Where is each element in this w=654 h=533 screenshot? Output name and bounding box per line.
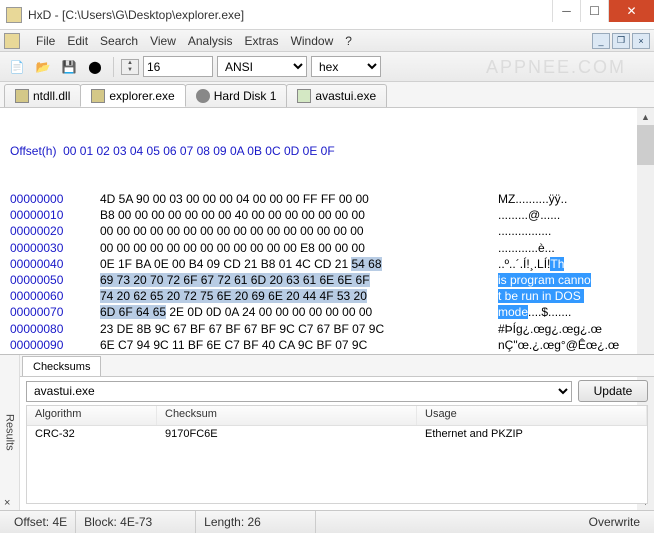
hex-header: Offset(h) 00 01 02 03 04 05 06 07 08 09 …: [10, 144, 644, 158]
menu-extras[interactable]: Extras: [239, 34, 285, 48]
tab-explorer[interactable]: explorer.exe: [80, 84, 185, 107]
titlebar: HxD - [C:\Users\G\Desktop\explorer.exe] …: [0, 0, 654, 30]
toolbar: 📄 📂 💾 ⬤ ▲▼ ANSI hex: [0, 52, 654, 82]
tab-avastui[interactable]: avastui.exe: [286, 84, 387, 107]
mdi-close-button[interactable]: ×: [632, 33, 650, 49]
tab-ntdll[interactable]: ntdll.dll: [4, 84, 81, 107]
disk-button[interactable]: ⬤: [84, 56, 106, 78]
base-select[interactable]: hex: [311, 56, 381, 77]
minimize-button[interactable]: ─: [552, 0, 580, 22]
results-close-icon[interactable]: ×: [4, 497, 10, 509]
menu-view[interactable]: View: [144, 34, 182, 48]
scroll-up-icon[interactable]: ▲: [637, 108, 654, 125]
mdi-restore-button[interactable]: ❐: [612, 33, 630, 49]
width-spinner[interactable]: ▲▼: [121, 59, 139, 75]
results-label[interactable]: Results: [0, 355, 20, 510]
menu-file[interactable]: File: [30, 34, 61, 48]
window-title: HxD - [C:\Users\G\Desktop\explorer.exe]: [28, 8, 552, 22]
close-button[interactable]: ✕: [608, 0, 654, 22]
tab-harddisk[interactable]: Hard Disk 1: [185, 84, 288, 107]
window-buttons: ─ ☐ ✕: [552, 0, 654, 29]
update-button[interactable]: Update: [578, 380, 648, 402]
width-input[interactable]: [143, 56, 213, 77]
statusbar: Offset: 4E Block: 4E-73 Length: 26 Overw…: [0, 510, 654, 533]
tabbar: ntdll.dll explorer.exe Hard Disk 1 avast…: [0, 82, 654, 108]
col-algorithm[interactable]: Algorithm: [27, 406, 157, 425]
checksum-file-select[interactable]: avastui.exe: [26, 381, 572, 402]
scroll-thumb[interactable]: [637, 125, 654, 165]
table-row[interactable]: CRC-32 9170FC6E Ethernet and PKZIP: [27, 426, 647, 446]
menu-help[interactable]: ?: [339, 34, 358, 48]
col-checksum[interactable]: Checksum: [157, 406, 417, 425]
encoding-select[interactable]: ANSI: [217, 56, 307, 77]
menu-analysis[interactable]: Analysis: [182, 34, 239, 48]
status-length: Length: 26: [196, 511, 316, 533]
menubar: File Edit Search View Analysis Extras Wi…: [0, 30, 654, 52]
status-mode: Overwrite: [581, 511, 648, 533]
col-usage[interactable]: Usage: [417, 406, 647, 425]
menu-window[interactable]: Window: [285, 34, 340, 48]
new-button[interactable]: 📄: [6, 56, 28, 78]
app-icon: [6, 7, 22, 23]
mdi-minimize-button[interactable]: _: [592, 33, 610, 49]
menu-search[interactable]: Search: [94, 34, 144, 48]
open-button[interactable]: 📂: [32, 56, 54, 78]
maximize-button[interactable]: ☐: [580, 0, 608, 22]
app-small-icon: [4, 33, 20, 49]
status-offset: Offset: 4E: [6, 511, 76, 533]
menu-edit[interactable]: Edit: [61, 34, 94, 48]
checksums-tab[interactable]: Checksums: [22, 356, 101, 376]
hex-view[interactable]: Offset(h) 00 01 02 03 04 05 06 07 08 09 …: [0, 108, 654, 354]
save-button[interactable]: 💾: [58, 56, 80, 78]
checksum-table: Algorithm Checksum Usage CRC-32 9170FC6E…: [26, 405, 648, 504]
status-block: Block: 4E-73: [76, 511, 196, 533]
results-pane: Results Checksums avastui.exe Update Alg…: [0, 354, 654, 510]
